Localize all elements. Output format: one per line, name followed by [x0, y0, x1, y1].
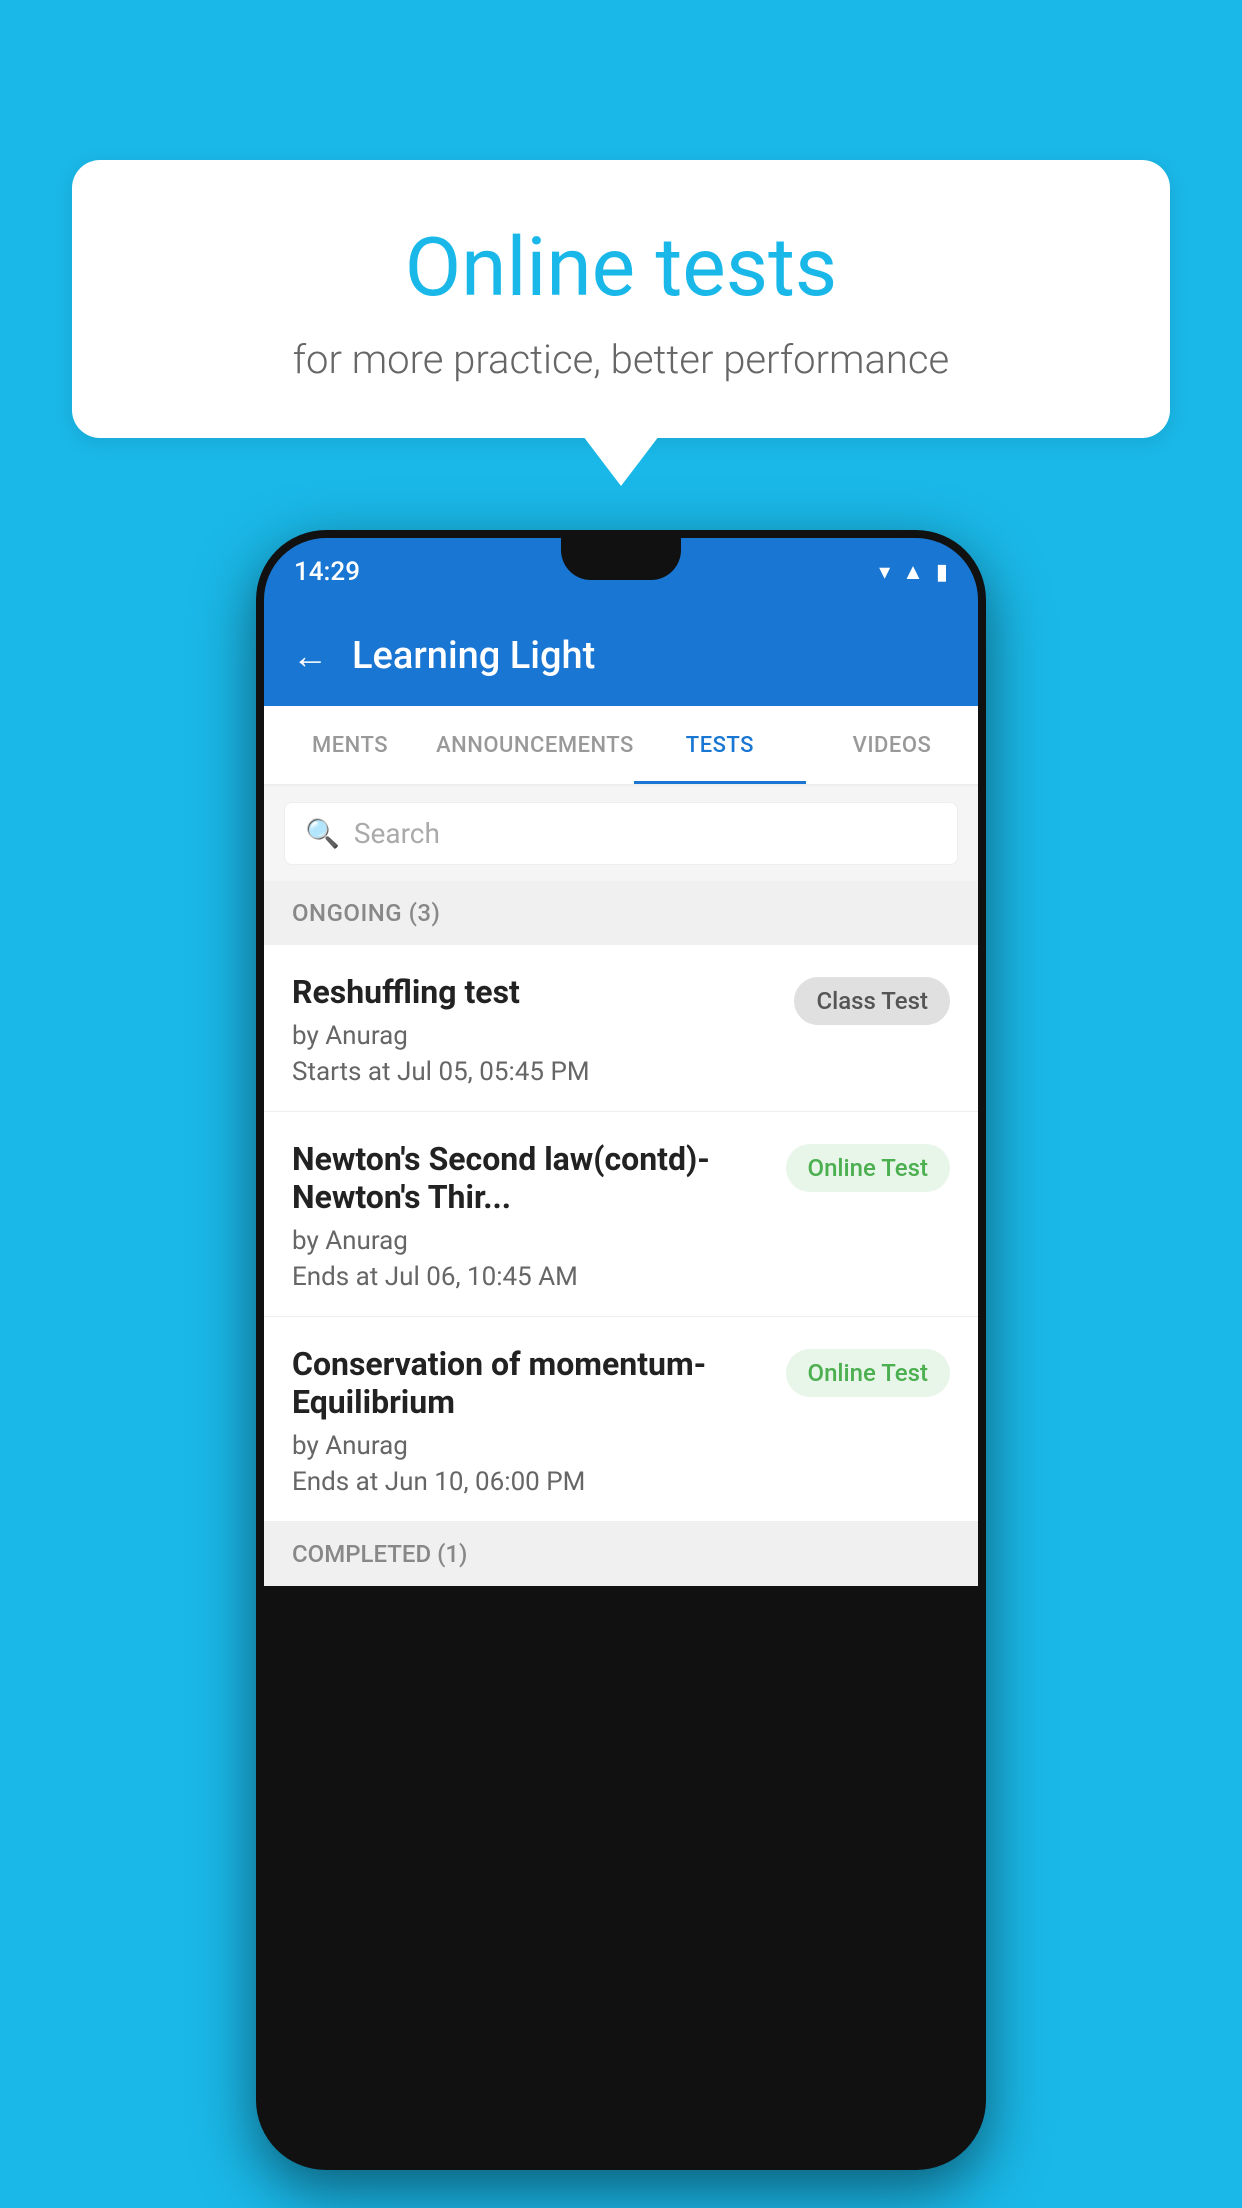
test-item-info-newton: Newton's Second law(contd)-Newton's Thir… — [292, 1140, 770, 1292]
signal-icon: ▲ — [902, 559, 924, 585]
scrollable-content: ONGOING (3) Reshuffling test by Anurag S… — [264, 881, 978, 2162]
bubble-subtitle: for more practice, better performance — [122, 336, 1120, 383]
phone-inner: 14:29 ▾ ▲ ▮ ← Learning Light MEN — [264, 538, 978, 2162]
wifi-icon: ▾ — [879, 560, 890, 585]
search-bar[interactable]: 🔍 Search — [284, 802, 958, 865]
search-icon: 🔍 — [305, 817, 340, 850]
test-by-conservation: by Anurag — [292, 1431, 770, 1461]
battery-icon: ▮ — [936, 560, 948, 585]
test-item-newton[interactable]: Newton's Second law(contd)-Newton's Thir… — [264, 1112, 978, 1317]
test-item-reshuffling[interactable]: Reshuffling test by Anurag Starts at Jul… — [264, 945, 978, 1112]
badge-newton: Online Test — [786, 1144, 950, 1192]
app-bar-title: Learning Light — [352, 634, 595, 678]
tabs-container: MENTS ANNOUNCEMENTS TESTS VIDEOS — [264, 706, 978, 786]
tab-ments[interactable]: MENTS — [264, 706, 436, 784]
search-container: 🔍 Search — [264, 786, 978, 881]
test-time-conservation: Ends at Jun 10, 06:00 PM — [292, 1467, 770, 1497]
test-time-reshuffling: Starts at Jul 05, 05:45 PM — [292, 1057, 778, 1087]
notch — [561, 538, 681, 580]
ongoing-section-header: ONGOING (3) — [264, 881, 978, 945]
speech-bubble: Online tests for more practice, better p… — [72, 160, 1170, 438]
test-name-newton: Newton's Second law(contd)-Newton's Thir… — [292, 1140, 770, 1216]
screen-content: 14:29 ▾ ▲ ▮ ← Learning Light MEN — [264, 538, 978, 2162]
status-icons: ▾ ▲ ▮ — [879, 559, 948, 585]
tab-tests[interactable]: TESTS — [634, 706, 806, 784]
back-button[interactable]: ← — [292, 635, 328, 677]
completed-section-header: COMPLETED (1) — [264, 1522, 978, 1586]
test-item-info-conservation: Conservation of momentum-Equilibrium by … — [292, 1345, 770, 1497]
test-by-newton: by Anurag — [292, 1226, 770, 1256]
badge-reshuffling: Class Test — [794, 977, 950, 1025]
test-time-newton: Ends at Jul 06, 10:45 AM — [292, 1262, 770, 1292]
search-placeholder: Search — [354, 817, 440, 850]
phone-screen: 14:29 ▾ ▲ ▮ ← Learning Light MEN — [256, 530, 986, 2170]
tab-videos[interactable]: VIDEOS — [806, 706, 978, 784]
phone-frame: 14:29 ▾ ▲ ▮ ← Learning Light MEN — [256, 530, 986, 2170]
test-item-conservation[interactable]: Conservation of momentum-Equilibrium by … — [264, 1317, 978, 1522]
test-item-info-reshuffling: Reshuffling test by Anurag Starts at Jul… — [292, 973, 778, 1087]
status-time: 14:29 — [294, 557, 360, 587]
test-name-reshuffling: Reshuffling test — [292, 973, 778, 1011]
test-by-reshuffling: by Anurag — [292, 1021, 778, 1051]
badge-conservation: Online Test — [786, 1349, 950, 1397]
bubble-title: Online tests — [122, 220, 1120, 316]
tab-announcements[interactable]: ANNOUNCEMENTS — [436, 706, 634, 784]
test-name-conservation: Conservation of momentum-Equilibrium — [292, 1345, 770, 1421]
status-bar: 14:29 ▾ ▲ ▮ — [264, 538, 978, 606]
app-bar: ← Learning Light — [264, 606, 978, 706]
